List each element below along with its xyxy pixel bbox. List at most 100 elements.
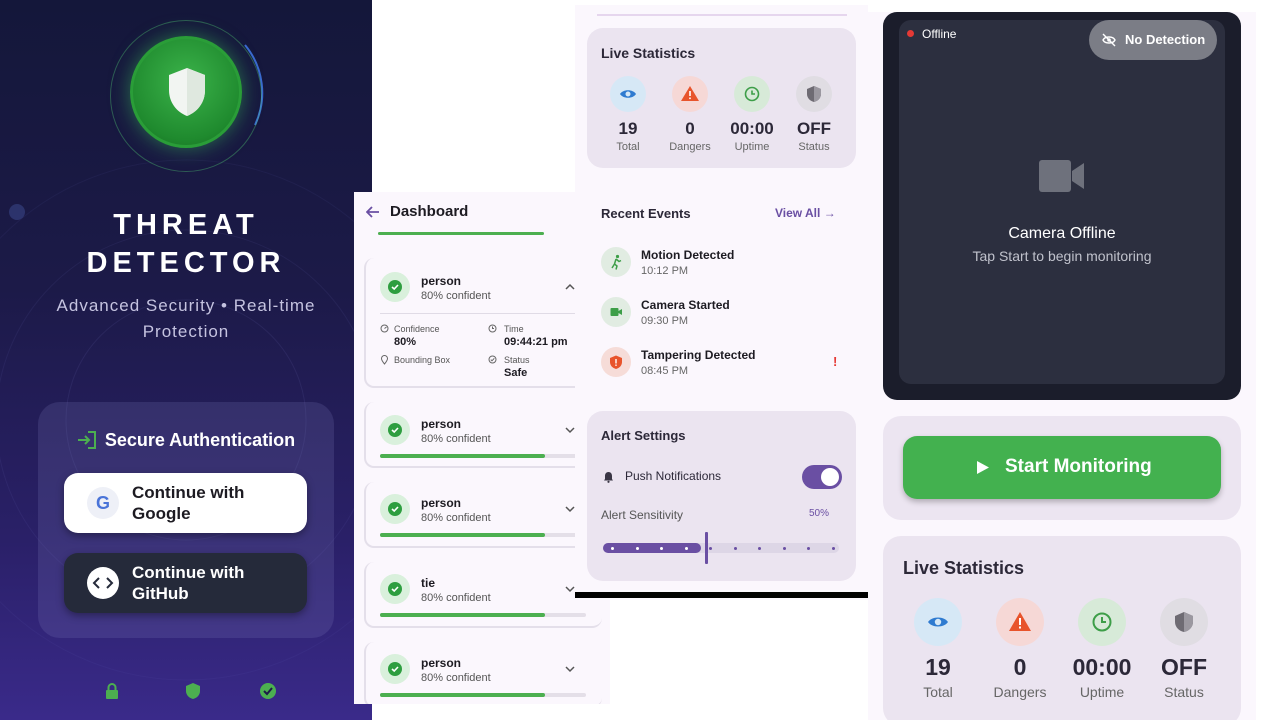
video-icon — [601, 297, 631, 327]
google-icon: G — [87, 487, 119, 519]
code-icon — [87, 567, 119, 599]
warning-icon — [672, 76, 708, 112]
view-all-label: View All — [775, 206, 821, 220]
view-all-link[interactable]: View All → — [775, 206, 836, 220]
clock-icon — [734, 76, 770, 112]
github-signin-button[interactable]: Continue with GitHub — [64, 553, 307, 613]
detection-card-expanded[interactable]: person 80% confident Confidence 80% Time… — [364, 258, 602, 388]
warning-icon — [996, 598, 1044, 646]
stat-status-label: Status — [1164, 684, 1204, 700]
top-progress-fill — [378, 232, 544, 235]
confidence-bar-fill — [380, 454, 545, 458]
time-value: 09:44:21 pm — [504, 336, 568, 348]
no-detection-label: No Detection — [1125, 32, 1206, 47]
slider-ticks — [603, 542, 839, 554]
status-label: Status — [504, 355, 530, 365]
time-label: Time — [504, 324, 524, 334]
login-screen: THREAT DETECTOR Advanced Security • Real… — [0, 0, 372, 720]
auth-title-text: Secure Authentication — [104, 430, 296, 450]
slider-tick — [733, 546, 737, 550]
confidence-value: 80% — [394, 336, 417, 348]
check-circle-icon — [380, 574, 410, 604]
slider-tick — [684, 546, 688, 550]
detection-card[interactable]: person 80% confident — [364, 402, 602, 468]
login-icon — [77, 431, 96, 449]
dashboard-header: Dashboard — [354, 192, 610, 232]
stat-dangers-label: Dangers — [993, 684, 1047, 700]
stat-status-label: Status — [798, 141, 830, 153]
detection-confidence: 80% confident — [421, 512, 491, 524]
shield-icon — [169, 68, 205, 116]
stat-total-label: Total — [616, 141, 640, 153]
github-signin-label: Continue with GitHub — [132, 563, 245, 603]
shield-alert-icon — [601, 347, 631, 377]
detection-card[interactable]: tie 80% confident — [364, 562, 602, 628]
push-notifications-toggle[interactable] — [802, 465, 842, 489]
statistics-screen: Live Statistics 19 Total 0 Dangers 00:00… — [575, 5, 868, 600]
start-monitoring-container: Start Monitoring — [883, 416, 1241, 520]
live-statistics-card-large: Live Statistics 19 Total 0 Dangers 00:00… — [883, 536, 1241, 720]
alert-sensitivity-value: 50% — [809, 508, 830, 519]
start-monitoring-label: Start Monitoring — [1005, 456, 1152, 477]
shield-icon — [1160, 598, 1208, 646]
eye-icon — [610, 76, 646, 112]
check-circle-icon — [380, 494, 410, 524]
alert-flag: ! — [833, 354, 838, 369]
detection-label: person — [421, 417, 462, 431]
stat-uptime-label: Uptime — [1079, 684, 1125, 700]
shield-logo — [130, 36, 242, 148]
google-signin-label: Continue with Google — [132, 483, 245, 523]
start-monitoring-button[interactable]: Start Monitoring — [903, 436, 1221, 499]
stat-dangers-value: 0 — [1013, 654, 1027, 680]
bell-icon — [604, 472, 613, 483]
confidence-bar-fill — [380, 613, 545, 617]
shield-icon — [796, 76, 832, 112]
app-title-line2: DETECTOR — [86, 247, 286, 279]
confidence-bar — [380, 533, 586, 537]
play-icon — [977, 461, 989, 474]
shield-icon — [186, 683, 200, 699]
recent-events-title: Recent Events — [601, 206, 691, 221]
offline-status-dot — [907, 30, 914, 37]
top-progress-bar — [378, 232, 544, 235]
stat-uptime-value: 00:00 — [1072, 654, 1132, 680]
offline-status-label: Offline — [922, 27, 957, 41]
detection-confidence: 80% confident — [421, 433, 491, 445]
detection-card[interactable]: person 80% confident — [364, 482, 602, 548]
detection-card[interactable]: person 80% confident — [364, 642, 602, 704]
status-value: Safe — [504, 367, 528, 379]
event-name: Motion Detected — [641, 248, 735, 262]
eye-icon — [914, 598, 962, 646]
bounding-box-label: Bounding Box — [394, 355, 451, 365]
slider-tick — [807, 546, 810, 550]
detection-confidence: 80% confident — [421, 592, 491, 604]
event-time: 10:12 PM — [641, 265, 689, 277]
confidence-label: Confidence — [394, 324, 440, 334]
back-arrow-icon[interactable] — [366, 206, 380, 218]
confidence-bar-fill — [380, 693, 545, 697]
live-statistics-title: Live Statistics — [903, 558, 1025, 578]
google-signin-button[interactable]: G Continue with Google — [64, 473, 307, 533]
stat-total-label: Total — [923, 684, 953, 700]
screen-edge-bar — [575, 592, 868, 598]
sensitivity-slider[interactable] — [603, 532, 839, 564]
slider-tick — [660, 546, 663, 550]
stat-uptime-value: 00:00 — [730, 119, 774, 138]
chevron-down-icon[interactable] — [564, 663, 576, 675]
slider-tick — [611, 546, 614, 550]
camera-offline-title: Camera Offline — [1008, 225, 1116, 242]
confidence-bar-fill — [380, 533, 545, 537]
app-title-line1: THREAT — [113, 209, 259, 241]
stat-dangers-label: Dangers — [669, 141, 711, 153]
status-check-icon — [488, 355, 497, 364]
event-name: Camera Started — [641, 298, 730, 312]
confidence-bar — [380, 613, 586, 617]
alert-settings-title: Alert Settings — [601, 428, 686, 443]
slider-tick — [782, 546, 786, 550]
detection-label: person — [421, 496, 462, 510]
clock-icon — [488, 324, 497, 333]
monitoring-screen: Offline No Detection Camera Offline Tap … — [868, 12, 1256, 720]
camera-offline-hint: Tap Start to begin monitoring — [972, 248, 1152, 264]
slider-tick — [709, 546, 712, 550]
video-camera-icon — [1039, 160, 1084, 192]
